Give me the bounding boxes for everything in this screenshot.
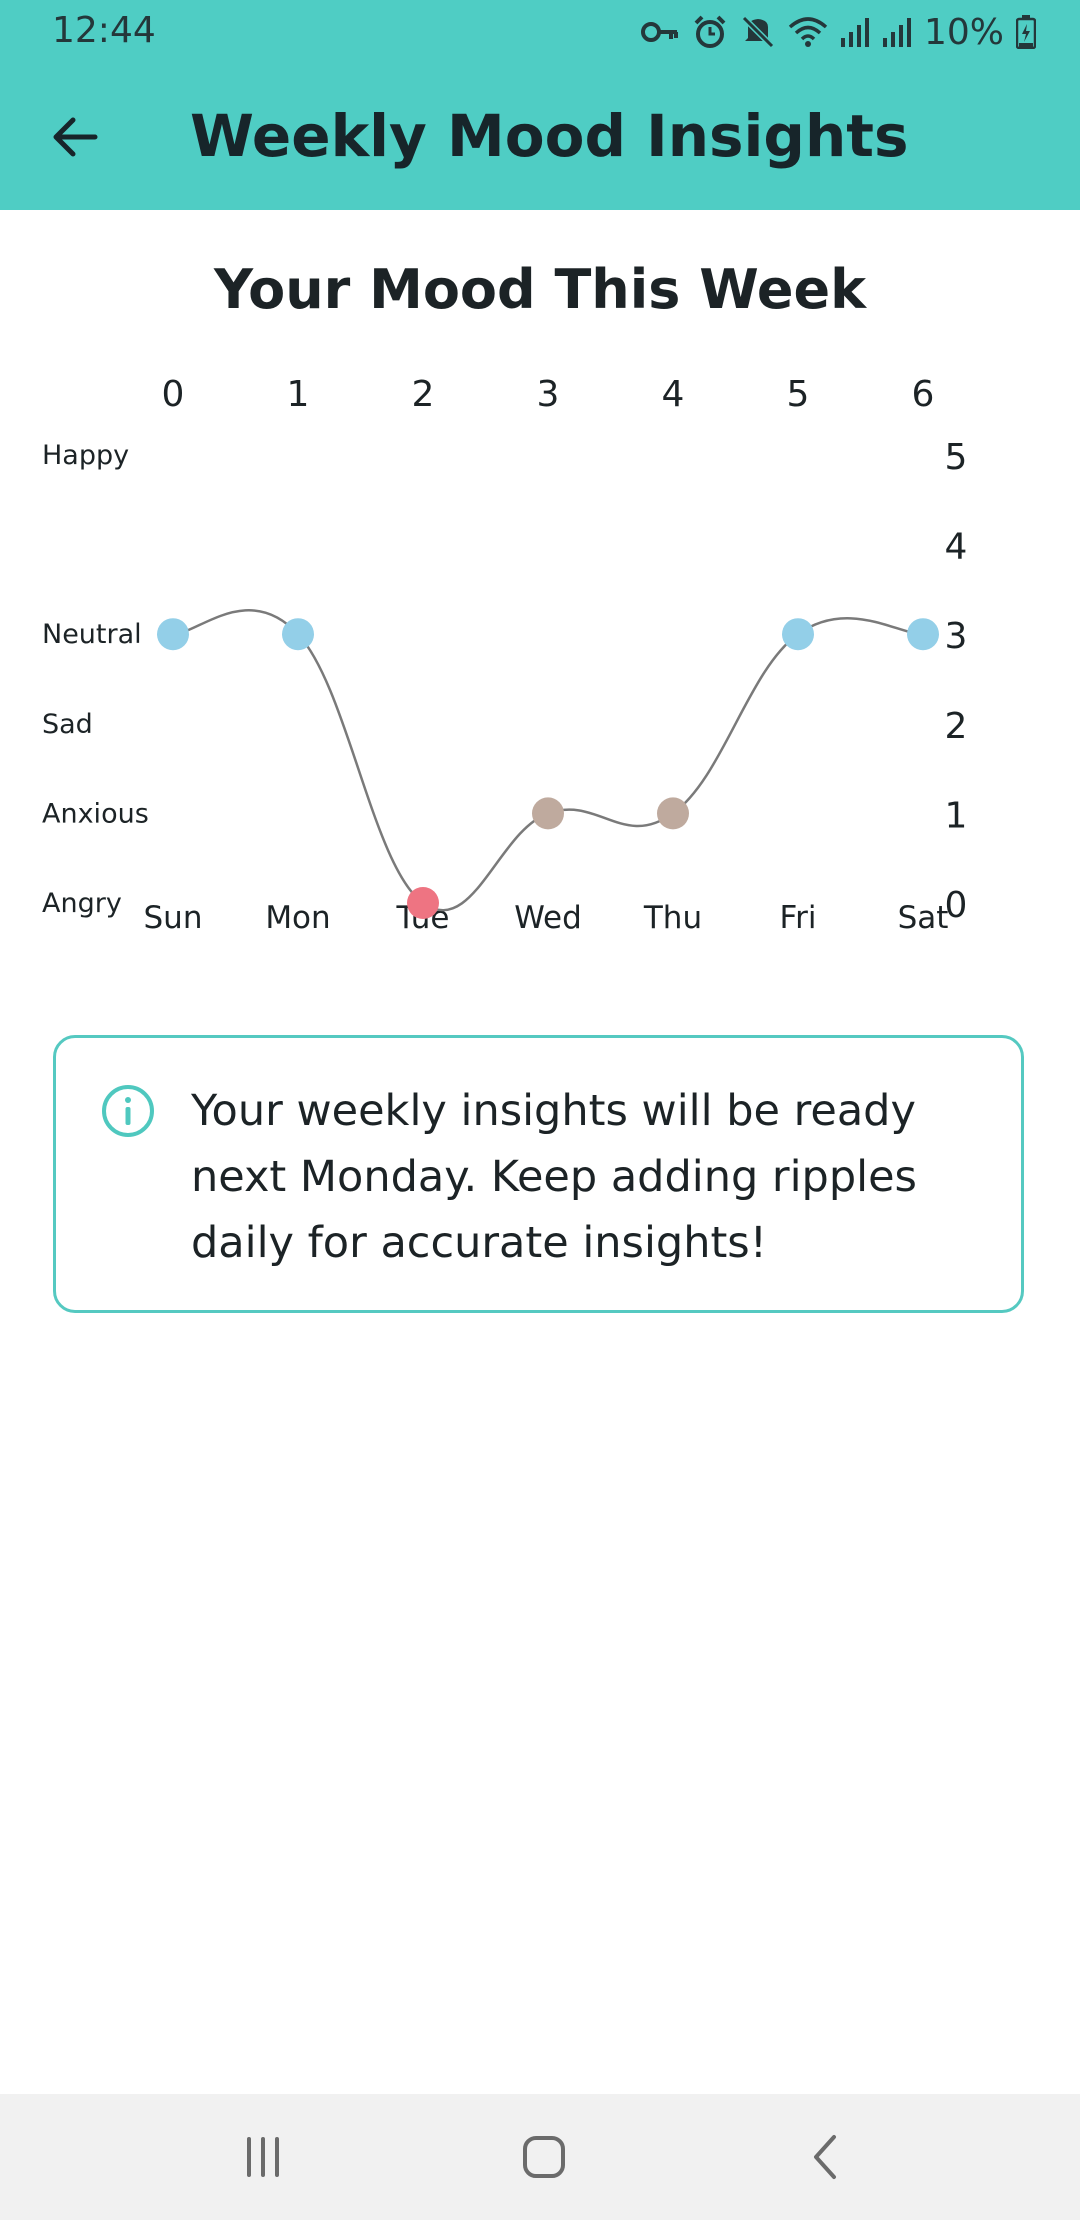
- info-card: Your weekly insights will be ready next …: [53, 1035, 1024, 1313]
- top-tick-label: 1: [287, 374, 310, 415]
- mood-point-wed: [532, 797, 564, 830]
- system-nav-bar: [0, 2094, 1080, 2220]
- status-time: 12:44: [52, 10, 156, 51]
- mood-point-mon: [282, 618, 314, 651]
- mood-point-sat: [907, 618, 939, 651]
- back-chevron-icon: [814, 2135, 836, 2179]
- app-bar: Weekly Mood Insights: [0, 64, 1080, 210]
- mood-points: [157, 618, 939, 919]
- day-tick-label: Thu: [643, 900, 702, 936]
- home-button[interactable]: [504, 2124, 584, 2190]
- mute-icon: [741, 15, 775, 49]
- mood-point-fri: [782, 618, 814, 651]
- mood-point-sun: [157, 618, 189, 651]
- day-tick-label: Wed: [514, 900, 582, 936]
- mood-axis-label: Neutral: [42, 619, 142, 650]
- top-tick-label: 6: [912, 374, 935, 415]
- right-tick-label: 5: [945, 437, 968, 478]
- top-tick-label: 3: [537, 374, 560, 415]
- vpn-key-icon: [640, 22, 678, 42]
- top-tick-label: 2: [412, 374, 435, 415]
- nav-back-button[interactable]: [786, 2124, 866, 2190]
- top-tick-label: 4: [662, 374, 685, 415]
- recents-button[interactable]: [223, 2124, 303, 2190]
- back-button[interactable]: [40, 102, 110, 172]
- day-tick-label: Sun: [144, 900, 203, 936]
- mood-axis-label: Sad: [42, 709, 93, 740]
- right-tick-label: 1: [945, 795, 968, 836]
- arrow-left-icon: [53, 117, 98, 157]
- top-axis: 0 1 2 3 4 5 6: [162, 374, 935, 415]
- info-icon: [102, 1085, 154, 1137]
- left-mood-axis: Happy Neutral Sad Anxious Angry: [42, 440, 149, 919]
- day-tick-label: Mon: [265, 900, 330, 936]
- day-tick-label: Fri: [780, 900, 817, 936]
- right-tick-label: 4: [945, 527, 968, 568]
- mood-axis-label: Anxious: [42, 798, 149, 829]
- recents-icon: [247, 2137, 279, 2177]
- battery-percent: 10%: [923, 11, 1004, 53]
- battery-charging-icon: [1016, 15, 1036, 49]
- bottom-day-axis: SunMonTueWedThuFriSat: [144, 900, 949, 936]
- mood-axis-label: Happy: [42, 440, 129, 471]
- status-icons: 10%: [640, 10, 1036, 54]
- chart-title: Your Mood This Week: [213, 258, 867, 321]
- day-tick-label: Sat: [898, 900, 949, 936]
- mood-axis-label: Angry: [42, 888, 122, 919]
- mood-point-thu: [657, 797, 689, 830]
- mood-chart: 0123456 HappyNeutralSadAnxiousAngry 0123…: [42, 374, 968, 936]
- page-title: Weekly Mood Insights: [190, 102, 909, 170]
- info-message: Your weekly insights will be ready next …: [191, 1086, 917, 1268]
- alarm-icon: [694, 15, 726, 48]
- mood-series-line: [172, 609, 924, 912]
- signal-icon: [840, 18, 869, 47]
- mood-point-tue: [407, 887, 439, 919]
- top-tick-label: 0: [162, 374, 185, 415]
- right-tick-label: 2: [945, 706, 968, 747]
- right-tick-label: 3: [945, 616, 968, 657]
- home-icon: [523, 2136, 565, 2178]
- right-axis: 012345: [945, 437, 968, 926]
- signal-icon: [882, 18, 911, 47]
- status-bar: 12:44 10%: [0, 0, 1080, 64]
- top-tick-label: 5: [787, 374, 810, 415]
- wifi-icon: [788, 17, 828, 47]
